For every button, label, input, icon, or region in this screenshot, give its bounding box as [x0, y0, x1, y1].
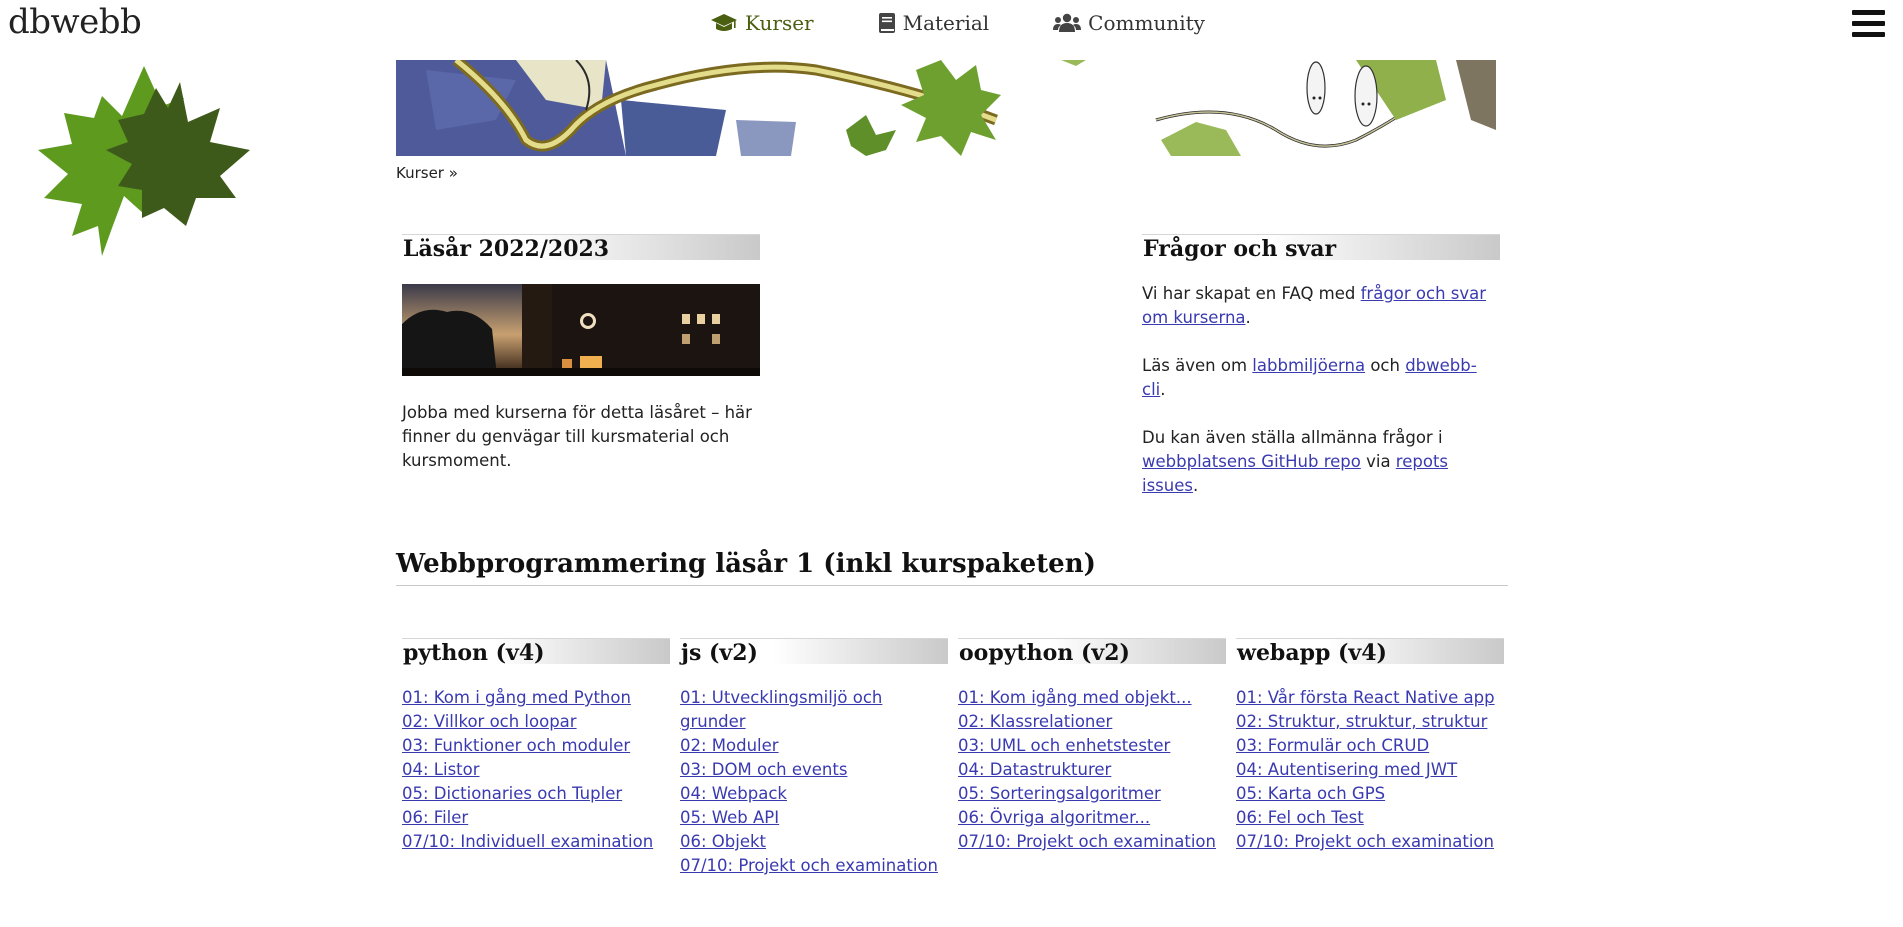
course-module-link[interactable]: 07/10: Projekt och examination: [1236, 832, 1494, 851]
nav-material-label: Material: [902, 11, 990, 35]
faq-paragraph-2: Läs även om labbmiljöerna och dbwebb-cli…: [1142, 354, 1500, 402]
course-module-link[interactable]: 04: Listor: [402, 760, 480, 779]
school-year-text: Jobba med kurserna för detta läsåret – h…: [402, 403, 752, 470]
course-module-link[interactable]: 01: Kom i gång med Python: [402, 688, 631, 707]
faq-p1-end: .: [1245, 308, 1251, 327]
course-python: python (v4) 01: Kom i gång med Python 02…: [402, 638, 670, 854]
campus-photo[interactable]: [402, 284, 760, 376]
nav-community[interactable]: Community: [1053, 8, 1205, 38]
course-module-link[interactable]: 03: DOM och events: [680, 760, 847, 779]
course-title: oopython (v2): [958, 638, 1226, 666]
hamburger-menu-icon[interactable]: [1852, 10, 1886, 44]
faq-p2-text: Läs även om: [1142, 356, 1253, 375]
course-module-link[interactable]: 03: Funktioner och moduler: [402, 736, 630, 755]
course-module-link[interactable]: 01: Vår första React Native app: [1236, 688, 1495, 707]
users-icon: [1053, 13, 1082, 32]
course-module-link[interactable]: 07/10: Individuell examination: [402, 832, 653, 851]
course-module-list: 01: Kom igång med objekt... 02: Klassrel…: [958, 686, 1226, 854]
school-year-block: Läsår 2022/2023 Jobba med kurserna för d…: [402, 234, 760, 473]
course-module-link[interactable]: 07/10: Projekt och examination: [680, 856, 938, 875]
course-module-link[interactable]: 06: Fel och Test: [1236, 808, 1364, 827]
course-webapp: webapp (v4) 01: Vår första React Native …: [1236, 638, 1504, 854]
course-module-link[interactable]: 06: Övriga algoritmer...: [958, 808, 1150, 827]
course-module-link[interactable]: 05: Karta och GPS: [1236, 784, 1385, 803]
course-title: python (v4): [402, 638, 670, 666]
faq-paragraph-1: Vi har skapat en FAQ med frågor och svar…: [1142, 282, 1500, 330]
section-heading: Webbprogrammering läsår 1 (inkl kurspake…: [396, 549, 1508, 586]
course-module-link[interactable]: 03: Formulär och CRUD: [1236, 736, 1429, 755]
banner-image: [396, 60, 1496, 156]
course-module-link[interactable]: 04: Autentisering med JWT: [1236, 760, 1457, 779]
faq-p3-text: Du kan även ställa allmänna frågor i: [1142, 428, 1443, 447]
breadcrumb-separator: »: [448, 164, 458, 182]
graduation-cap-icon: [711, 14, 737, 31]
course-module-link[interactable]: 07/10: Projekt och examination: [958, 832, 1216, 851]
main-nav: Kurser Material Community: [710, 8, 1269, 38]
course-module-link[interactable]: 03: UML och enhetstester: [958, 736, 1170, 755]
faq-p3-end: .: [1192, 476, 1199, 495]
course-module-link[interactable]: 04: Datastrukturer: [958, 760, 1111, 779]
course-module-link[interactable]: 06: Objekt: [680, 832, 766, 851]
faq-p1-text: Vi har skapat en FAQ med: [1142, 284, 1361, 303]
course-module-link[interactable]: 06: Filer: [402, 808, 468, 827]
github-repo-link[interactable]: webbplatsens GitHub repo: [1142, 452, 1361, 471]
course-module-link[interactable]: 02: Villkor och loopar: [402, 712, 577, 731]
course-module-link[interactable]: 05: Dictionaries och Tupler: [402, 784, 622, 803]
nav-kurser[interactable]: Kurser: [710, 8, 814, 38]
nav-community-label: Community: [1088, 11, 1205, 35]
course-module-link[interactable]: 02: Moduler: [680, 736, 779, 755]
nav-material[interactable]: Material: [878, 8, 990, 38]
book-icon: [878, 13, 895, 33]
faq-paragraph-3: Du kan även ställa allmänna frågor i web…: [1142, 426, 1500, 498]
course-module-link[interactable]: 02: Struktur, struktur, struktur: [1236, 712, 1487, 731]
course-module-link[interactable]: 01: Utvecklingsmiljö och grunder: [680, 688, 882, 731]
breadcrumb: Kurser »: [396, 164, 458, 182]
faq-p3-mid: via: [1360, 452, 1396, 471]
nav-kurser-label: Kurser: [745, 11, 814, 35]
course-js: js (v2) 01: Utvecklingsmiljö och grunder…: [680, 638, 948, 878]
labbmiljoerna-link[interactable]: labbmiljöerna: [1252, 356, 1365, 375]
course-module-link[interactable]: 02: Klassrelationer: [958, 712, 1112, 731]
course-module-list: 01: Utvecklingsmiljö och grunder 02: Mod…: [680, 686, 948, 878]
faq-p2-mid: och: [1365, 356, 1406, 375]
faq-block: Frågor och svar Vi har skapat en FAQ med…: [1142, 234, 1500, 498]
course-module-link[interactable]: 05: Sorteringsalgoritmer: [958, 784, 1161, 803]
course-module-list: 01: Vår första React Native app 02: Stru…: [1236, 686, 1504, 854]
breadcrumb-kurser-link[interactable]: Kurser: [396, 164, 444, 182]
school-year-title: Läsår 2022/2023: [402, 234, 760, 262]
course-oopython: oopython (v2) 01: Kom igång med objekt..…: [958, 638, 1226, 854]
site-logo[interactable]: dbwebb: [8, 2, 142, 42]
course-module-link[interactable]: 05: Web API: [680, 808, 779, 827]
faq-p2-end: .: [1160, 380, 1166, 399]
course-title: js (v2): [680, 638, 948, 666]
faq-title: Frågor och svar: [1142, 234, 1500, 262]
course-module-link[interactable]: 04: Webpack: [680, 784, 787, 803]
maple-leaf-logo: [38, 66, 250, 256]
course-module-link[interactable]: 01: Kom igång med objekt...: [958, 688, 1192, 707]
course-module-list: 01: Kom i gång med Python 02: Villkor oc…: [402, 686, 670, 854]
course-title: webapp (v4): [1236, 638, 1504, 666]
